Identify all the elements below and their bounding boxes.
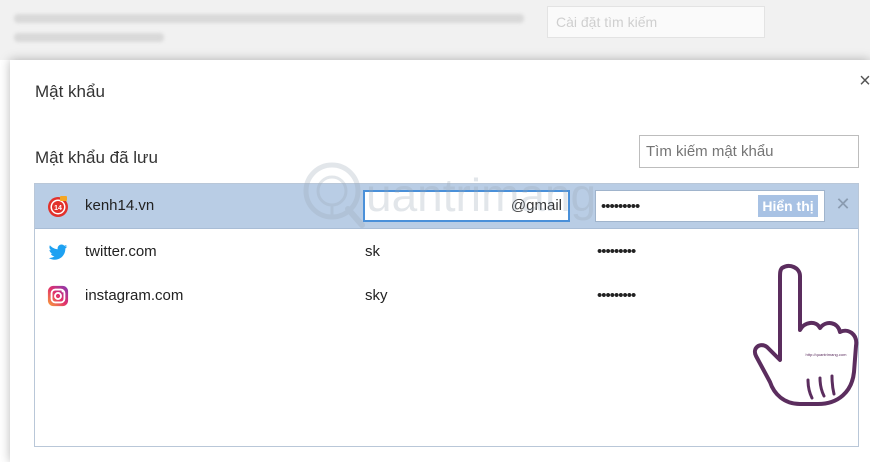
quantrimang-watermark-logo: uantrimang xyxy=(303,162,596,228)
pointing-hand-icon: http://quantrimang.com xyxy=(753,264,859,406)
background-text xyxy=(14,14,524,23)
twitter-icon xyxy=(48,244,68,260)
site-name: instagram.com xyxy=(85,287,184,304)
watermark-text: uantrimang xyxy=(366,169,596,221)
settings-search-input: Cài đặt tìm kiếm xyxy=(547,6,765,38)
username-text: sk xyxy=(365,243,380,260)
dialog-title: Mật khẩu xyxy=(35,82,105,101)
hand-caption: http://quantrimang.com xyxy=(806,352,848,357)
site-name: kenh14.vn xyxy=(85,197,155,214)
password-search-input[interactable] xyxy=(639,135,859,168)
saved-passwords-heading: Mật khẩu đã lưu xyxy=(35,148,158,167)
password-field[interactable]: ••••••••• Hiển thị xyxy=(595,190,825,222)
kenh14-icon: 14 xyxy=(48,196,68,217)
instagram-icon xyxy=(47,285,69,307)
username-text: sky xyxy=(365,287,388,304)
show-password-button[interactable]: Hiển thị xyxy=(758,195,818,217)
close-dialog-button[interactable]: × xyxy=(854,70,870,92)
password-mask: ••••••••• xyxy=(597,287,636,304)
background-page: Cài đặt tìm kiếm xyxy=(0,0,870,60)
background-text xyxy=(14,33,164,42)
passwords-dialog: × Mật khẩu Mật khẩu đã lưu 14 kenh14.vn … xyxy=(10,60,870,462)
svg-text:14: 14 xyxy=(54,205,62,212)
password-mask: ••••••••• xyxy=(597,243,636,260)
site-name: twitter.com xyxy=(85,243,157,260)
remove-password-button[interactable]: ✕ xyxy=(833,194,853,214)
